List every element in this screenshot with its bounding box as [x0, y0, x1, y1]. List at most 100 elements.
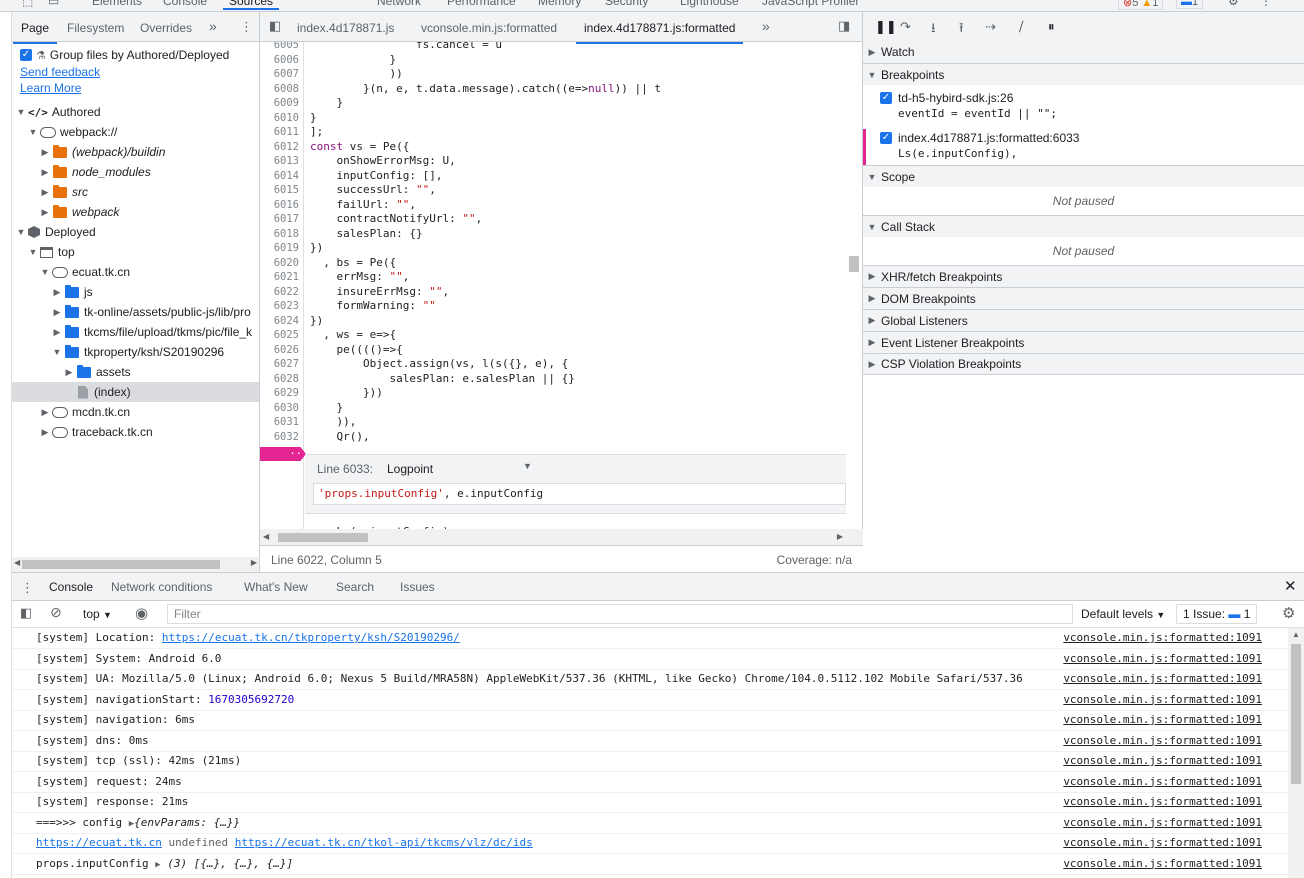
- console-source-link[interactable]: vconsole.min.js:formatted:1091: [1063, 731, 1262, 751]
- learn-more-link[interactable]: Learn More: [20, 81, 81, 95]
- console-source-link[interactable]: vconsole.min.js:formatted:1091: [1063, 772, 1262, 792]
- console-source-link[interactable]: vconsole.min.js:formatted:1091: [1063, 751, 1262, 771]
- step-out-icon[interactable]: ⭱: [959, 19, 964, 41]
- scrollbar-thumb[interactable]: [22, 560, 220, 569]
- step-icon[interactable]: ⇢: [985, 19, 996, 35]
- tree-item[interactable]: ▶ src: [12, 182, 259, 202]
- console-source-link[interactable]: vconsole.min.js:formatted:1091: [1063, 649, 1262, 669]
- deactivate-breakpoints-icon[interactable]: ⧸: [1019, 19, 1023, 35]
- tab-javascript-profiler[interactable]: JavaScript Profiler: [762, 0, 859, 8]
- tab-overrides[interactable]: Overrides: [140, 21, 192, 35]
- dropdown-arrow-icon[interactable]: ▼: [523, 461, 532, 471]
- group-files-checkbox[interactable]: ✓: [20, 49, 32, 61]
- expanded-arrow-icon[interactable]: ▼: [40, 267, 50, 277]
- logpoint-marker[interactable]: ·· 6033: [260, 447, 306, 461]
- live-expression-eye-icon[interactable]: ◉: [135, 604, 148, 622]
- breakpoint-checkbox[interactable]: ✓: [880, 132, 892, 144]
- line-number[interactable]: 6017: [274, 212, 299, 227]
- navigator-menu-icon[interactable]: ⋮: [240, 19, 253, 35]
- more-options-icon[interactable]: ⋮: [1260, 0, 1272, 8]
- editor-tab-index-formatted[interactable]: index.4d178871.js:formatted: [575, 21, 744, 44]
- issues-counter-button[interactable]: 1 Issue: ▬ 1: [1176, 604, 1258, 624]
- call-stack-section-header[interactable]: ▼ Call Stack: [863, 215, 1304, 237]
- settings-gear-icon[interactable]: ⚙: [1228, 0, 1239, 8]
- line-number[interactable]: 6024: [274, 314, 299, 329]
- line-number[interactable]: 6018: [274, 227, 299, 242]
- line-number-gutter[interactable]: 6005 6006 6007 6008 6009 6010 6011 6012 6013 6014…: [260, 42, 304, 545]
- scroll-right-icon[interactable]: ▶: [837, 532, 843, 541]
- scope-section-header[interactable]: ▼ Scope: [863, 165, 1304, 187]
- clear-console-icon[interactable]: ⊘: [50, 604, 62, 621]
- line-number[interactable]: 6031: [274, 415, 299, 430]
- line-number[interactable]: 6013: [274, 154, 299, 169]
- console-link[interactable]: https://ecuat.tk.cn/tkproperty/ksh/S2019…: [162, 631, 460, 644]
- global-listeners-header[interactable]: ▶ Global Listeners: [863, 309, 1304, 331]
- scroll-right-icon[interactable]: ▶: [251, 558, 257, 567]
- drawer-tab-issues[interactable]: Issues: [400, 580, 435, 594]
- context-selector[interactable]: top ▼: [83, 607, 112, 621]
- console-message[interactable]: [system] Location: https://ecuat.tk.cn/t…: [12, 628, 1288, 649]
- line-number[interactable]: 6019: [274, 241, 299, 256]
- tab-filesystem[interactable]: Filesystem: [67, 21, 124, 35]
- console-sidebar-toggle-icon[interactable]: ◧: [20, 605, 32, 621]
- tree-item[interactable]: ▼ webpack://: [12, 122, 259, 142]
- scrollbar-thumb[interactable]: [1291, 644, 1301, 784]
- toggle-debugger-icon[interactable]: ◨: [838, 18, 850, 34]
- tree-item[interactable]: ▼ top: [12, 242, 259, 262]
- console-source-link[interactable]: vconsole.min.js:formatted:1091: [1063, 710, 1262, 730]
- console-message[interactable]: [system] UA: Mozilla/5.0 (Linux; Android…: [12, 669, 1288, 690]
- line-number[interactable]: 6030: [274, 401, 299, 416]
- line-number[interactable]: 6008: [274, 82, 299, 97]
- tab-memory[interactable]: Memory: [538, 0, 581, 8]
- log-levels-selector[interactable]: Default levels ▼: [1081, 607, 1165, 621]
- scroll-up-icon[interactable]: ▲: [1292, 630, 1300, 639]
- console-settings-gear-icon[interactable]: ⚙: [1282, 604, 1295, 622]
- tree-item[interactable]: ▼ Deployed: [12, 222, 259, 242]
- scroll-left-icon[interactable]: ◀: [263, 532, 269, 541]
- code-editor[interactable]: 6005 6006 6007 6008 6009 6010 6011 6012 6013 6014…: [260, 42, 863, 545]
- pause-on-exceptions-icon[interactable]: ⏸: [1048, 19, 1055, 35]
- editor-vertical-scrollbar[interactable]: ▼: [846, 42, 862, 545]
- xhr-breakpoints-header[interactable]: ▶ XHR/fetch Breakpoints: [863, 265, 1304, 287]
- console-source-link[interactable]: vconsole.min.js:formatted:1091: [1063, 690, 1262, 710]
- logpoint-expression-input[interactable]: 'props.inputConfig', e.inputConfig: [313, 483, 846, 505]
- scrollbar-thumb[interactable]: [849, 256, 859, 272]
- expanded-arrow-icon[interactable]: ▼: [16, 227, 26, 237]
- line-number[interactable]: 6032: [274, 430, 299, 445]
- tab-page[interactable]: Page: [12, 21, 58, 44]
- tree-item[interactable]: ▶ (webpack)/buildin: [12, 142, 259, 162]
- tree-item[interactable]: ▶ mcdn.tk.cn: [12, 402, 259, 422]
- tree-item[interactable]: ▼ tkproperty/ksh/S20190296: [12, 342, 259, 362]
- console-link[interactable]: https://ecuat.tk.cn: [36, 836, 162, 849]
- close-drawer-icon[interactable]: ✕: [1284, 577, 1297, 595]
- drawer-tab-whats-new[interactable]: What's New: [244, 580, 308, 594]
- expanded-arrow-icon[interactable]: ▼: [28, 127, 38, 137]
- step-over-icon[interactable]: ↷: [900, 19, 911, 35]
- tab-elements[interactable]: Elements: [92, 0, 142, 8]
- logpoint-type-select[interactable]: Logpoint: [387, 462, 433, 476]
- line-number[interactable]: 6016: [274, 198, 299, 213]
- console-message[interactable]: [system] request: 24ms vconsole.min.js:fo…: [12, 772, 1288, 793]
- tab-performance[interactable]: Performance: [447, 0, 516, 8]
- info-badge[interactable]: ▬1: [1176, 0, 1204, 9]
- console-source-link[interactable]: vconsole.min.js:formatted:1091: [1063, 669, 1262, 689]
- send-feedback-link[interactable]: Send feedback: [20, 65, 100, 79]
- expanded-arrow-icon[interactable]: ▼: [28, 247, 38, 257]
- inspect-icon[interactable]: ⬚: [22, 0, 33, 8]
- tree-item[interactable]: ▶ node_modules: [12, 162, 259, 182]
- cursor-position[interactable]: Line 6022, Column 5: [271, 553, 382, 567]
- tab-console[interactable]: Console: [163, 0, 207, 8]
- tree-item[interactable]: ▶ js: [12, 282, 259, 302]
- console-message[interactable]: [system] response: 21ms vconsole.min.js:f…: [12, 792, 1288, 813]
- line-number[interactable]: 6027: [274, 357, 299, 372]
- line-number[interactable]: 6029: [274, 386, 299, 401]
- line-number[interactable]: 6014: [274, 169, 299, 184]
- tree-item[interactable]: ▼ </> Authored: [12, 102, 259, 122]
- collapsed-arrow-icon[interactable]: ▶: [52, 327, 62, 338]
- line-number[interactable]: 6022: [274, 285, 299, 300]
- expanded-arrow-icon[interactable]: ▼: [52, 347, 62, 357]
- console-message[interactable]: [system] tcp (ssl): 42ms (21ms) vconsole.…: [12, 751, 1288, 772]
- line-number[interactable]: 6005: [274, 42, 299, 53]
- editor-horizontal-scrollbar[interactable]: ◀ ▶: [260, 529, 863, 545]
- scrollbar-thumb[interactable]: [278, 533, 368, 542]
